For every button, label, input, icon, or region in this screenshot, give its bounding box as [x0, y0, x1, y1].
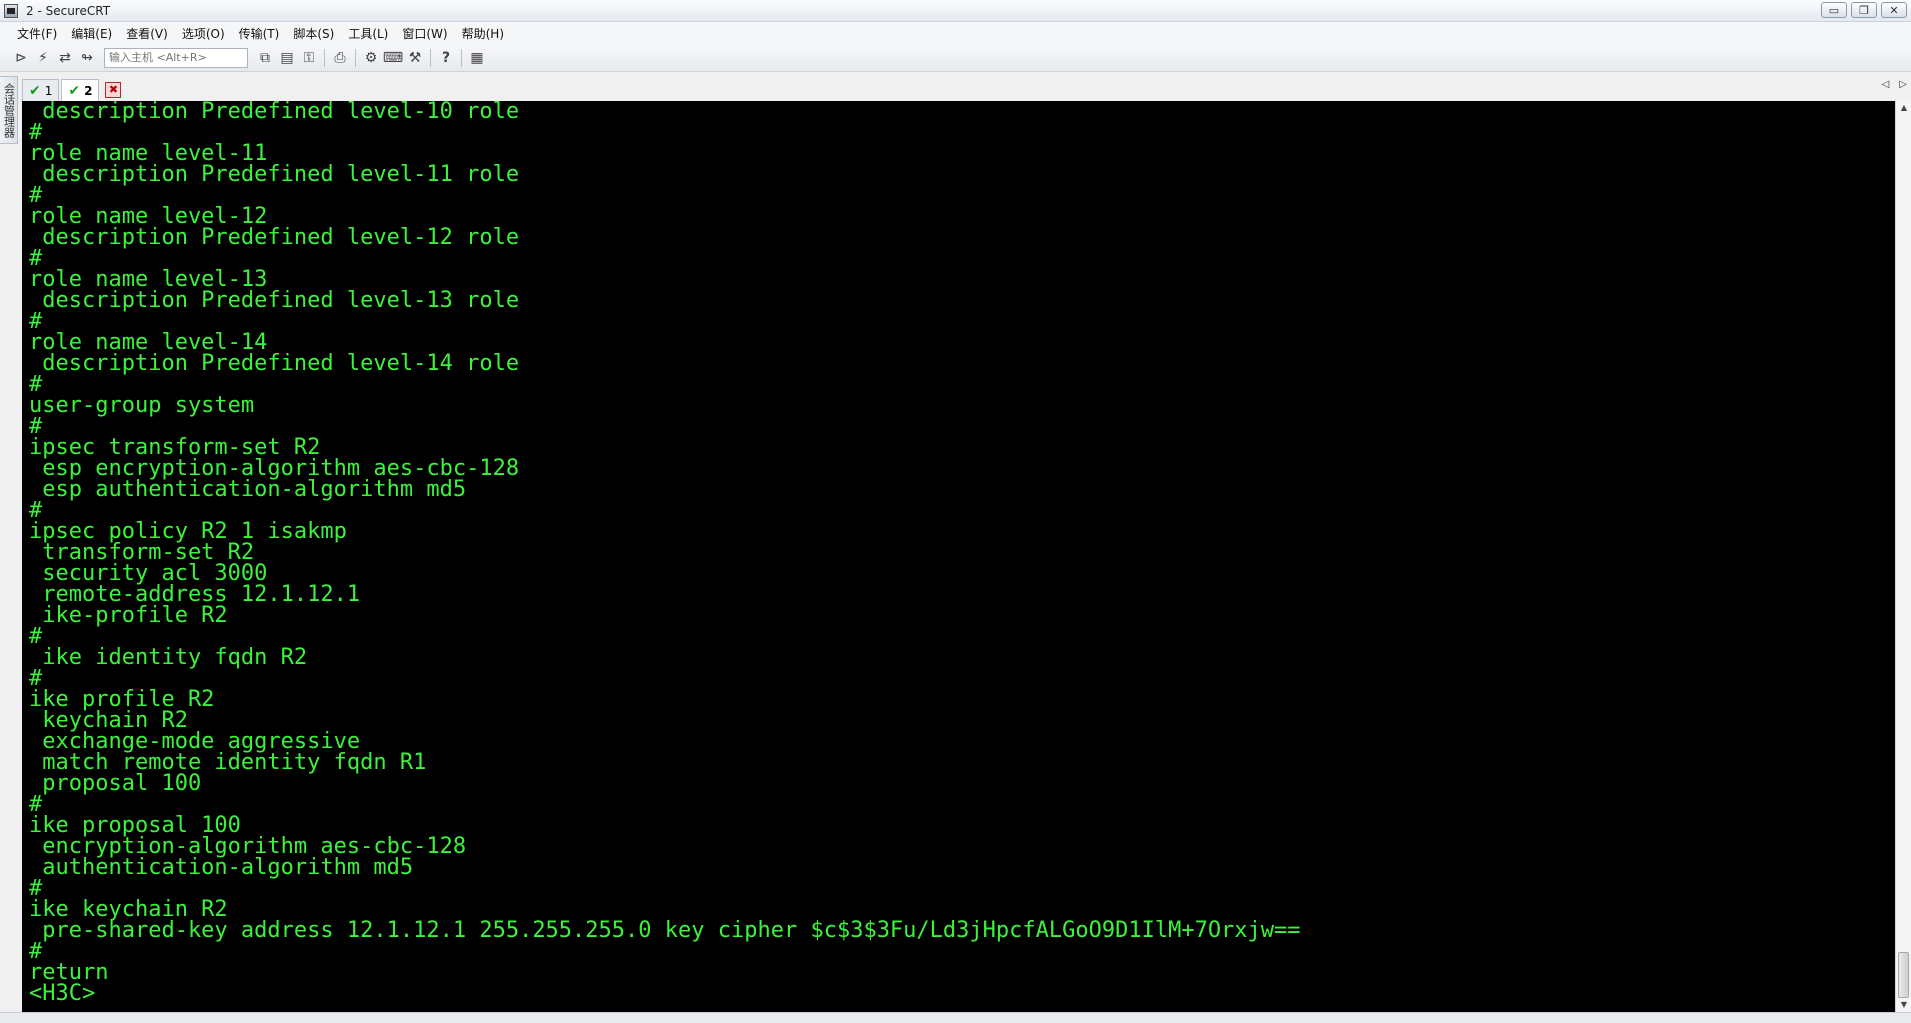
terminal-line: ike identity fqdn R2	[29, 645, 308, 670]
help-icon[interactable]: ?	[435, 47, 457, 69]
terminal-line: #	[29, 183, 43, 208]
connected-check-icon: ✔	[68, 82, 81, 99]
scroll-down-icon[interactable]: ▼	[1896, 998, 1911, 1012]
connected-check-icon: ✔	[29, 82, 41, 99]
terminal-line: description Predefined level-10 role	[29, 101, 520, 124]
reconnect-icon[interactable]: ⇄	[54, 47, 76, 69]
session-tab-2[interactable]: ✔ 2	[61, 79, 100, 101]
toolbar-separator	[324, 48, 325, 67]
title-bar: 2 - SecureCRT ▭ ❐ ✕	[0, 0, 1911, 22]
sftp-icon[interactable]: ⚒	[404, 47, 426, 69]
scroll-up-icon[interactable]: ▲	[1896, 101, 1911, 115]
terminal-output: description Predefined level-10 role # rol…	[22, 101, 1895, 1006]
terminal-line: <H3C>	[29, 981, 96, 1006]
terminal-line: description Predefined level-12 role	[29, 225, 520, 250]
terminal-line: #	[29, 939, 43, 964]
host-input[interactable]	[104, 47, 248, 68]
menu-edit[interactable]: 编辑(E)	[64, 23, 119, 44]
terminal-line: proposal 100	[29, 771, 202, 796]
window-title: 2 - SecureCRT	[26, 3, 111, 18]
menu-options[interactable]: 选项(O)	[175, 23, 232, 44]
securecrt-app-icon[interactable]	[4, 3, 18, 18]
terminal-line: #	[29, 372, 43, 397]
terminal-line: authentication-algorithm md5	[29, 855, 414, 880]
terminal-line: ipsec transform-set R2	[29, 435, 321, 460]
terminal-line: description Predefined level-14 role	[29, 351, 520, 376]
session-tab-row: ✔ 1 ✔ 2 ✖ ◁ ▷	[22, 75, 1911, 101]
tab-scroll-left-icon[interactable]: ◁	[1882, 79, 1890, 90]
terminal-line: #	[29, 876, 43, 901]
menu-tools[interactable]: 工具(L)	[341, 23, 395, 44]
terminal-line: remote-address 12.1.12.1	[29, 582, 361, 607]
terminal-line: keychain R2	[29, 708, 188, 733]
map-icon[interactable]: ▦	[466, 47, 488, 69]
terminal-line: description Predefined level-13 role	[29, 288, 520, 313]
terminal-line: return	[29, 960, 109, 985]
terminal-line: #	[29, 624, 43, 649]
terminal-line: role name level-12	[29, 204, 268, 229]
disconnect-icon[interactable]: ↬	[76, 47, 98, 69]
terminal-line: ike profile R2	[29, 687, 215, 712]
terminal-line: ipsec policy R2 1 isakmp	[29, 519, 347, 544]
tab-scroll-right-icon[interactable]: ▷	[1899, 79, 1907, 90]
menu-view[interactable]: 查看(V)	[119, 23, 175, 44]
terminal-line: role name level-14	[29, 330, 268, 355]
restore-button[interactable]: ❐	[1851, 2, 1877, 18]
toolbar-separator	[430, 48, 431, 67]
terminal-line: #	[29, 309, 43, 334]
terminal-line: transform-set R2	[29, 540, 255, 565]
terminal-scrollbar[interactable]: ▲ ▼	[1895, 101, 1911, 1012]
terminal-line: #	[29, 498, 43, 523]
quick-connect-icon[interactable]: ⚡	[32, 47, 54, 69]
menu-script[interactable]: 脚本(S)	[286, 23, 341, 44]
terminal-line: security acl 3000	[29, 561, 268, 586]
paste-icon[interactable]: ▤	[276, 47, 298, 69]
terminal-screen[interactable]: description Predefined level-10 role # rol…	[22, 101, 1895, 1012]
terminal-line: match remote identity fqdn R1	[29, 750, 427, 775]
menu-file[interactable]: 文件(F)	[10, 23, 64, 44]
close-tab-icon[interactable]: ✖	[105, 82, 122, 98]
copy-icon[interactable]: ⧉	[254, 47, 276, 69]
terminal-line: ike proposal 100	[29, 813, 241, 838]
connect-icon[interactable]: ⊳	[10, 47, 32, 69]
find-icon[interactable]: ⚿	[298, 47, 320, 69]
keymap-icon[interactable]: ⌨	[382, 47, 404, 69]
terminal-line: role name level-13	[29, 267, 268, 292]
menu-help[interactable]: 帮助(H)	[455, 23, 511, 44]
session-tab-label: 2	[84, 83, 93, 98]
session-manager-tab[interactable]: 会话管理器	[0, 76, 18, 144]
menu-bar: 文件(F) 编辑(E) 查看(V) 选项(O) 传输(T) 脚本(S) 工具(L…	[0, 22, 1911, 44]
terminal-line: role name level-11	[29, 141, 268, 166]
tab-scroll-controls: ◁ ▷	[1882, 79, 1907, 90]
terminal-line: #	[29, 246, 43, 271]
terminal-line: ike keychain R2	[29, 897, 228, 922]
terminal-line: #	[29, 414, 43, 439]
close-button[interactable]: ✕	[1881, 2, 1907, 18]
terminal-line: #	[29, 666, 43, 691]
terminal-line: pre-shared-key address 12.1.12.1 255.255…	[29, 918, 1301, 943]
window-controls: ▭ ❐ ✕	[1821, 2, 1907, 18]
menu-transfer[interactable]: 传输(T)	[232, 23, 287, 44]
settings-icon[interactable]: ⚙	[360, 47, 382, 69]
scrollbar-thumb[interactable]	[1898, 952, 1909, 998]
terminal-line: esp encryption-algorithm aes-cbc-128	[29, 456, 520, 481]
toolbar-separator	[355, 48, 356, 67]
terminal-line: user-group system	[29, 393, 255, 418]
session-tab-1[interactable]: ✔ 1	[22, 79, 60, 101]
terminal-line: #	[29, 792, 43, 817]
toolbar: ⊳ ⚡ ⇄ ↬ ⧉ ▤ ⚿ ⎙ ⚙ ⌨ ⚒ ? ▦	[0, 44, 1911, 72]
terminal-line: esp authentication-algorithm md5	[29, 477, 467, 502]
terminal-line: ike-profile R2	[29, 603, 228, 628]
terminal-line: exchange-mode aggressive	[29, 729, 361, 754]
terminal-line: description Predefined level-11 role	[29, 162, 520, 187]
menu-window[interactable]: 窗口(W)	[395, 23, 454, 44]
minimize-button[interactable]: ▭	[1821, 2, 1847, 18]
terminal-line: #	[29, 120, 43, 145]
print-icon[interactable]: ⎙	[329, 47, 351, 69]
terminal-line: encryption-algorithm aes-cbc-128	[29, 834, 467, 859]
toolbar-separator	[461, 48, 462, 67]
status-bar	[0, 1012, 1911, 1023]
session-tab-label: 1	[44, 83, 53, 98]
